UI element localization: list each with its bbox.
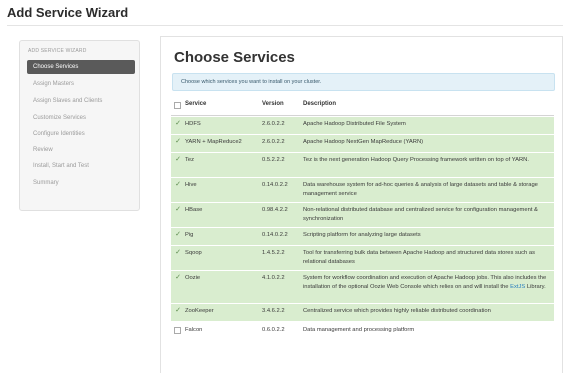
table-row[interactable]: ✓ Hive 0.14.0.2.2 Data warehouse system …	[171, 178, 554, 203]
service-version: 0.5.2.2.2	[262, 157, 285, 163]
select-all-checkbox[interactable]	[174, 102, 181, 109]
service-version: 0.98.4.2.2	[262, 207, 288, 213]
service-version: 1.4.5.2.2	[262, 250, 285, 256]
service-description: Data management and processing platform	[303, 327, 415, 333]
service-description: Data warehouse system for ad-hoc queries…	[303, 182, 538, 197]
service-name: ZooKeeper	[185, 308, 214, 314]
service-name: Falcon	[185, 327, 203, 333]
wizard-sidebar: ADD SERVICE WIZARD Choose Services Assig…	[19, 40, 140, 211]
service-description: Centralized service which provides highl…	[303, 308, 491, 314]
page-title: Add Service Wizard	[7, 5, 129, 20]
extjs-link[interactable]: ExtJS	[510, 284, 525, 290]
sidebar-heading: ADD SERVICE WIZARD	[28, 48, 87, 54]
service-version: 2.6.0.2.2	[262, 139, 285, 145]
service-name: Pig	[185, 232, 194, 238]
service-description: System for workflow coordination and exe…	[303, 274, 553, 291]
info-alert: Choose which services you want to instal…	[172, 73, 555, 91]
service-description: Non-relational distributed database and …	[303, 207, 538, 222]
service-checkbox[interactable]: ✓	[174, 307, 182, 315]
column-description: Description	[303, 101, 337, 107]
service-version: 3.4.6.2.2	[262, 308, 285, 314]
table-row[interactable]: ✓ YARN + MapReduce2 2.6.0.2.2 Apache Had…	[171, 135, 554, 153]
service-description: Scripting platform for analyzing large d…	[303, 232, 421, 238]
step-customize-services[interactable]: Customize Services	[27, 111, 135, 125]
service-name: Sqoop	[185, 250, 202, 256]
title-divider	[7, 25, 563, 26]
column-service: Service	[185, 101, 207, 107]
table-row[interactable]: ✓ HDFS 2.6.0.2.2 Apache Hadoop Distribut…	[171, 117, 554, 135]
step-assign-masters[interactable]: Assign Masters	[27, 77, 135, 91]
service-checkbox[interactable]: ✓	[174, 274, 182, 282]
section-title: Choose Services	[174, 49, 295, 66]
service-checkbox[interactable]: ✓	[174, 206, 182, 214]
service-version: 4.1.0.2.2	[262, 275, 285, 281]
table-row[interactable]: ✓ HBase 0.98.4.2.2 Non-relational distri…	[171, 203, 554, 228]
column-version: Version	[262, 101, 284, 107]
service-version: 0.6.0.2.2	[262, 327, 285, 333]
table-row[interactable]: ✓ ZooKeeper 3.4.6.2.2 Centralized servic…	[171, 304, 554, 322]
service-checkbox[interactable]: ✓	[174, 120, 182, 128]
service-description: Apache Hadoop NextGen MapReduce (YARN)	[303, 139, 424, 145]
service-checkbox[interactable]: ✓	[174, 249, 182, 257]
description-text-end: Library.	[525, 283, 546, 290]
table-row[interactable]: ✓ Oozie 4.1.0.2.2 System for workflow co…	[171, 271, 554, 304]
service-version: 0.14.0.2.2	[262, 232, 288, 238]
service-description: Tez is the next generation Hadoop Query …	[303, 157, 529, 163]
step-review[interactable]: Review	[27, 143, 135, 157]
service-checkbox[interactable]	[174, 327, 181, 334]
service-checkbox[interactable]: ✓	[174, 156, 182, 164]
table-header: Service Version Description	[171, 101, 554, 116]
service-name: Hive	[185, 182, 197, 188]
step-summary[interactable]: Summary	[27, 176, 135, 190]
header-divider	[171, 115, 554, 116]
service-checkbox[interactable]: ✓	[174, 138, 182, 146]
step-configure-identities[interactable]: Configure Identities	[27, 127, 135, 141]
service-name: Tez	[185, 157, 195, 163]
service-name: HDFS	[185, 121, 201, 127]
service-name: Oozie	[185, 275, 201, 281]
table-row[interactable]: ✓ Sqoop 1.4.5.2.2 Tool for transferring …	[171, 246, 554, 271]
service-name: YARN + MapReduce2	[185, 139, 242, 145]
table-row[interactable]: ✓ Pig 0.14.0.2.2 Scripting platform for …	[171, 228, 554, 246]
step-assign-slaves-clients[interactable]: Assign Slaves and Clients	[27, 94, 135, 108]
table-row[interactable]: ✓ Tez 0.5.2.2.2 Tez is the next generati…	[171, 153, 554, 178]
step-install-start-test[interactable]: Install, Start and Test	[27, 159, 135, 173]
service-name: HBase	[185, 207, 203, 213]
service-checkbox[interactable]: ✓	[174, 231, 182, 239]
service-version: 0.14.0.2.2	[262, 182, 288, 188]
step-choose-services[interactable]: Choose Services	[27, 60, 135, 74]
service-description: Tool for transferring bulk data between …	[303, 250, 536, 265]
service-checkbox[interactable]: ✓	[174, 181, 182, 189]
service-description: Apache Hadoop Distributed File System	[303, 121, 406, 127]
table-row[interactable]: Falcon 0.6.0.2.2 Data management and pro…	[171, 323, 554, 341]
service-version: 2.6.0.2.2	[262, 121, 285, 127]
